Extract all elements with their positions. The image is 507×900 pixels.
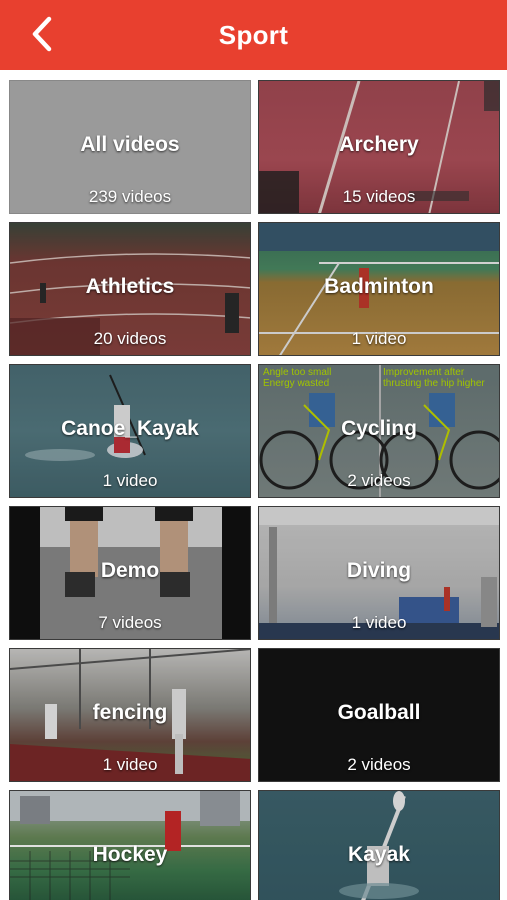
category-tile-kayak[interactable]: Kayak xyxy=(258,790,500,900)
category-name: Demo xyxy=(100,559,160,582)
video-count: 1 video xyxy=(351,613,407,632)
video-count: 239 videos xyxy=(88,187,172,206)
category-grid: All videos 239 videos Archery 15 videos xyxy=(0,70,507,900)
category-name: Canoe_Kayak xyxy=(61,417,199,440)
category-name: fencing xyxy=(92,701,168,724)
category-tile-fencing[interactable]: fencing 1 video xyxy=(9,648,251,782)
category-tile-demo[interactable]: Demo 7 videos xyxy=(9,506,251,640)
category-name: Cycling xyxy=(341,417,417,440)
category-name: Athletics xyxy=(85,275,175,298)
video-count: 2 videos xyxy=(347,471,411,490)
category-name: Diving xyxy=(346,559,412,582)
category-tile-archery[interactable]: Archery 15 videos xyxy=(258,80,500,214)
video-count: 20 videos xyxy=(93,329,167,348)
video-count: 7 videos xyxy=(98,613,162,632)
category-name: Archery xyxy=(339,133,419,156)
category-tile-goalball[interactable]: Goalball 2 videos xyxy=(258,648,500,782)
category-tile-canoe-kayak[interactable]: Canoe_Kayak 1 video xyxy=(9,364,251,498)
video-count: 15 videos xyxy=(342,187,416,206)
category-tile-athletics[interactable]: Athletics 20 videos xyxy=(9,222,251,356)
category-name: Badminton xyxy=(324,275,434,298)
video-count: 1 video xyxy=(351,329,407,348)
video-count: 1 video xyxy=(102,471,158,490)
video-count: 1 video xyxy=(102,755,158,774)
category-tile-diving[interactable]: Diving 1 video xyxy=(258,506,500,640)
category-name: Kayak xyxy=(348,843,410,866)
category-tile-all-videos[interactable]: All videos 239 videos xyxy=(9,80,251,214)
category-tile-badminton[interactable]: Badminton 1 video xyxy=(258,222,500,356)
video-count: 2 videos xyxy=(347,755,411,774)
top-app-bar: Sport xyxy=(0,0,507,70)
category-tile-cycling[interactable]: Angle too small Energy wasted Improvement… xyxy=(258,364,500,498)
category-name: Goalball xyxy=(337,701,421,724)
page-title: Sport xyxy=(218,19,289,50)
category-name: Hockey xyxy=(92,843,168,866)
category-name: All videos xyxy=(80,133,180,156)
category-tile-hockey[interactable]: Hockey xyxy=(9,790,251,900)
